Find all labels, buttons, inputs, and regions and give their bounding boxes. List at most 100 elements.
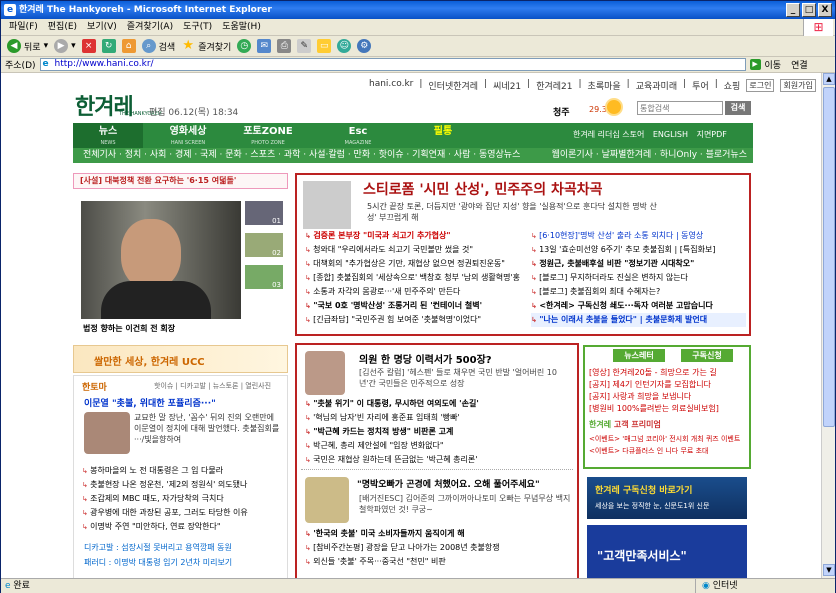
topnav-tour[interactable]: 투어 [692, 79, 709, 92]
scroll-up-icon[interactable]: ▲ [823, 73, 835, 85]
topnav-internet[interactable]: 인터넷한겨레 [428, 79, 478, 92]
main-photo[interactable] [81, 201, 241, 319]
links-button[interactable]: 연결 [791, 58, 808, 71]
close-button[interactable]: X [818, 3, 832, 17]
messenger-icon[interactable]: ☺ [337, 39, 352, 53]
mid-headline-1[interactable]: 의원 한 명당 이력서가 500장? [359, 351, 492, 366]
tab-news[interactable]: 뉴스 NEWS [73, 123, 143, 148]
search-submit-button[interactable]: 검색 [725, 101, 751, 115]
tab-screen[interactable]: 영화세상 HANI SCREEN [153, 123, 223, 148]
list-item[interactable]: 광우병에 대한 과장된 공포, 그러도 타당한 이유 [82, 506, 282, 520]
esc-cartoon[interactable] [305, 477, 349, 523]
list-item[interactable]: '혁님의 남자'빈 자리에 홍준표 임태희 '빵빠' [305, 411, 575, 425]
edit-icon[interactable]: ✎ [297, 39, 312, 53]
subscribe-tab[interactable]: 구독신청 [681, 349, 733, 362]
list-item[interactable]: 박근혜, 총리 제안설에 "입장 변화없다" [305, 439, 575, 453]
biz-tab[interactable]: 한겨레 [589, 420, 611, 429]
newsletter-tab[interactable]: 뉴스레터 [613, 349, 665, 362]
search-button[interactable]: ⌕ 검색 [141, 39, 175, 53]
topnav-h21[interactable]: 한겨레21 [536, 79, 572, 92]
notice-item[interactable]: [병원비 100%를려받는 의료실비보험] [589, 403, 747, 415]
thumb-3[interactable]: 03 [245, 265, 283, 289]
list-item[interactable]: 대책회의 "추가협상은 기만, 재협상 없으면 정권퇴진운동" [305, 257, 520, 271]
menu-tools[interactable]: 도구(T) [183, 19, 212, 35]
list-item[interactable]: 소통과 자각의 몸광로···'새 민주주의' 만든다 [305, 285, 520, 299]
login-button[interactable]: 로그인 [746, 79, 775, 92]
list-item[interactable]: "나는 이래서 촛불을 들었다" | 촛불문화제 발언대 [531, 313, 746, 327]
list-item[interactable]: [종합] 촛불집회의 '세상속으로' 백창호 청부 '남의 생활혁명'홍 [305, 271, 520, 285]
event-item[interactable]: <이벤트> '매그넘 코리아' 전시회 개최 퀴즈 이벤트 [589, 433, 747, 445]
list-item[interactable]: '한국의 촛불' 미국 소비자들까지 움직이게 해 [305, 527, 575, 541]
editorial-link[interactable]: [사설] 대북정책 전환 요구하는 '6·15 여덟돌' [73, 173, 288, 189]
topnav-hani[interactable]: hani.co.kr [369, 79, 413, 92]
home-icon[interactable]: ⌂ [121, 39, 136, 53]
thumb-1[interactable]: 01 [245, 201, 283, 225]
list-item[interactable]: 조갑제의 MBC 때도, 자가당착의 극치다 [82, 492, 282, 506]
list-item[interactable]: "국보 0호 '명박산성' 조롱거리 된 '컨테이너 철벽' [305, 299, 520, 313]
go-button[interactable]: 이동 [765, 58, 782, 71]
minimize-button[interactable]: _ [786, 3, 800, 17]
topnav-edu[interactable]: 교육과미래 [636, 79, 677, 92]
join-button[interactable]: 회원가입 [780, 79, 816, 92]
scroll-down-icon[interactable]: ▼ [823, 564, 835, 576]
tdoma-tab[interactable]: 디카고발 [180, 382, 206, 390]
service-ad[interactable]: "고객만족서비스" [587, 525, 747, 578]
history-icon[interactable]: ◷ [237, 39, 252, 53]
thumb-2[interactable]: 02 [245, 233, 283, 257]
ucc-banner[interactable]: 쌀만한 세상, 한겨레 UCC [73, 345, 288, 373]
topnav-cine21[interactable]: 씨네21 [493, 79, 521, 92]
list-item[interactable]: "촛불 위기" 이 대통령, 무시하던 여의도에 '손길' [305, 397, 575, 411]
event-item[interactable]: <이벤트> 다큐플러스 인 니다 무료 초대 [589, 445, 747, 457]
tdoma-tab[interactable]: 열린사진 [245, 382, 271, 390]
pdf-link[interactable]: 지면PDF [697, 130, 727, 139]
topnav-shop[interactable]: 쇼핑 [724, 79, 741, 92]
folder-icon[interactable]: ▭ [317, 39, 332, 53]
list-item[interactable]: 봉하마을의 노 전 대통령은 그 입 다물라 [82, 464, 282, 478]
tab-photozone[interactable]: 포토ZONE PHOTO ZONE [233, 123, 303, 148]
tdoma-headline[interactable]: 이문열 "촛불, 위대한 포퓰리즘···" [84, 396, 216, 409]
refresh-icon[interactable]: ↻ [101, 39, 116, 53]
headline-title[interactable]: 스티로폼 '시민 산성', 민주주의 차곡차곡 [363, 179, 602, 199]
list-item[interactable]: 외신들 '촛불' 주목···중국선 "천민" 비판 [305, 555, 575, 569]
subscribe-ad[interactable]: 한겨레 구독신청 바로가기 세상을 보는 정직한 눈, 신문도1위 신문 [587, 477, 747, 519]
tdoma-photo[interactable] [84, 412, 130, 454]
notice-item[interactable]: [공지] 제4기 인턴기자를 모집합니다 [589, 379, 747, 391]
back-button[interactable]: ◀ 뒤로 ▾ [7, 39, 48, 53]
biz-tab[interactable]: 프리미엄 [631, 420, 660, 429]
headline-thumb[interactable] [303, 181, 351, 229]
list-item[interactable]: [긴급좌담] "국민주권 힘 보여준 '촛불혁명'이었다" [305, 313, 520, 327]
tool-icon[interactable]: ⚙ [357, 39, 372, 53]
list-item[interactable]: [블로그] 촛불집회의 최대 수혜자는? [531, 285, 746, 299]
menu-edit[interactable]: 편집(E) [48, 19, 77, 35]
go-arrow-icon[interactable]: ▶ [749, 59, 761, 70]
tab-ucc[interactable]: 필통 [418, 123, 468, 148]
notice-item[interactable]: [영상] 한겨레20돌 - 희망으로 가는 길 [589, 367, 747, 379]
list-item[interactable]: [참비주간논평] 광장을 닫고 나아가는 2008년 촛불항쟁 [305, 541, 575, 555]
print-icon[interactable]: ⎙ [277, 39, 292, 53]
tab-esc[interactable]: Esc MAGAZINE [323, 123, 393, 148]
mail-icon[interactable]: ✉ [257, 39, 272, 53]
section-links-right[interactable]: 웹이론기사 · 날짜별한겨레 · 하니Only · 블로거뉴스 [552, 148, 747, 163]
list-item[interactable]: 검증론 본부장 "미국과 쇠고기 추가협상" [305, 229, 520, 243]
list-item[interactable]: 청와대 "우리에서라도 쇠고기 국민볼만 썼을 것" [305, 243, 520, 257]
list-item[interactable]: [6·10현장]'명박 산성' 출라 소통 외치다 | 동영상 [531, 229, 746, 243]
menu-favorites[interactable]: 즐겨찾기(A) [127, 19, 173, 35]
notice-item[interactable]: [공지] 사랑과 희망을 보냅니다 [589, 391, 747, 403]
favorites-button[interactable]: ★ 즐겨찾기 [181, 39, 231, 53]
tdoma-tab[interactable]: 핫이슈 [154, 382, 173, 390]
list-item[interactable]: 촛불현장 나온 정운천, '제2의 정원식' 의도됐나 [82, 478, 282, 492]
maximize-button[interactable]: □ [802, 3, 816, 17]
list-item[interactable]: [블로그] 무지하더라도 진실은 변하지 않는다 [531, 271, 746, 285]
leadership-link[interactable]: 한겨레 리더십 스토어 [573, 130, 644, 139]
vertical-scrollbar[interactable]: ▲ ▼ [821, 73, 835, 578]
digi-link[interactable]: 디카고발 : 섬장시절 못버리고 용역깡패 동원 [84, 542, 232, 553]
mid-headline-2[interactable]: "명박오빠가 곤경에 처했어요. 오해 풀어주세요" [357, 477, 540, 490]
tdoma-tab[interactable]: 뉴스토론 [213, 382, 239, 390]
address-input[interactable]: http://www.hani.co.kr/ [39, 58, 746, 71]
list-item[interactable]: 정원근, 촛불배후설 비판 "정보기관 시대착오" [531, 257, 746, 271]
photo-caption[interactable]: 법정 향하는 이건희 전 회장 [83, 323, 175, 334]
list-item[interactable]: 13일 '효순미선양 6주기' 추모 촛불집회 | [특집화보] [531, 243, 746, 257]
biz-tab[interactable]: 고객 [614, 420, 629, 429]
topnav-green[interactable]: 초록마을 [588, 79, 621, 92]
parody-link[interactable]: 패러디 : 이명박 대통령 임기 2년차 미리보기 [84, 557, 232, 568]
